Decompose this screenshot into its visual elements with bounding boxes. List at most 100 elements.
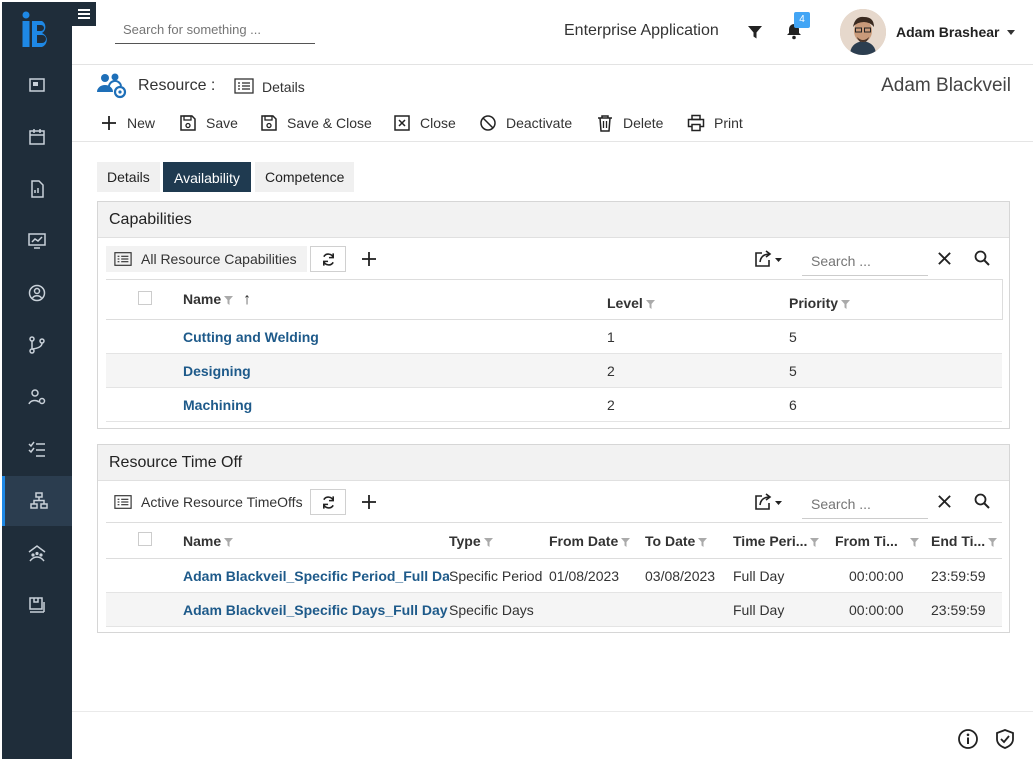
- menu-toggle[interactable]: [72, 2, 96, 26]
- save-button[interactable]: Save: [179, 112, 238, 134]
- search-icon: [974, 493, 990, 509]
- user-name[interactable]: Adam Brashear: [896, 24, 1000, 40]
- capabilities-search-input[interactable]: [802, 246, 928, 276]
- capabilities-export-button[interactable]: [754, 248, 786, 270]
- timeoff-add-button[interactable]: [358, 489, 380, 515]
- delete-button[interactable]: Delete: [596, 112, 663, 134]
- capability-priority: 5: [789, 353, 1002, 388]
- global-search-input[interactable]: [115, 16, 315, 44]
- timeoff-export-button[interactable]: [754, 491, 786, 513]
- column-filter-icon[interactable]: [909, 537, 919, 547]
- table-row[interactable]: Designing 2 5: [106, 353, 1002, 388]
- nav-tasks[interactable]: [2, 424, 72, 474]
- tab-competence[interactable]: Competence: [255, 162, 355, 192]
- column-filter-icon[interactable]: [483, 537, 493, 547]
- branch-icon: [29, 336, 45, 354]
- timeoff-refresh-button[interactable]: [310, 489, 346, 515]
- user-circle-icon: [28, 284, 46, 302]
- list-icon: [114, 495, 132, 509]
- nav-profile[interactable]: [2, 268, 72, 318]
- sort-ascending-icon[interactable]: ↑: [243, 291, 251, 308]
- capabilities-view-selector[interactable]: All Resource Capabilities: [106, 246, 307, 272]
- view-selector[interactable]: Details: [262, 79, 305, 95]
- capability-name-link[interactable]: Designing: [183, 353, 607, 388]
- sidebar: [2, 2, 72, 759]
- capability-name-link[interactable]: Cutting and Welding: [183, 319, 607, 354]
- nav-analytics[interactable]: [2, 216, 72, 266]
- list-icon: [234, 78, 254, 94]
- timeoff-view-selector[interactable]: Active Resource TimeOffs: [106, 489, 313, 515]
- info-icon[interactable]: [957, 728, 979, 750]
- close-icon: [937, 251, 951, 265]
- timeoff-grid-bar: Active Resource TimeOffs: [98, 481, 1009, 521]
- tab-details[interactable]: Details: [97, 162, 160, 192]
- avatar[interactable]: [840, 9, 886, 55]
- capabilities-title: Capabilities: [98, 202, 1009, 238]
- nav-resources[interactable]: [2, 476, 72, 526]
- timeoff-search-button[interactable]: [972, 491, 992, 511]
- column-filter-icon[interactable]: [621, 537, 631, 547]
- nav-teams[interactable]: [2, 528, 72, 578]
- capabilities-add-button[interactable]: [358, 246, 380, 272]
- column-filter-icon[interactable]: [224, 295, 234, 305]
- record-header: Resource : Details Adam Blackveil: [72, 66, 1033, 106]
- save-close-button[interactable]: Save & Close: [260, 112, 372, 134]
- notification-badge: 4: [794, 12, 810, 28]
- capability-name-link[interactable]: Machining: [183, 387, 607, 422]
- brand-logo[interactable]: [20, 10, 54, 50]
- column-header-from-time[interactable]: From Ti...: [835, 522, 931, 559]
- nav-dashboard[interactable]: [2, 60, 72, 110]
- table-row[interactable]: Adam Blackveil_Specific Days_Full Day Sp…: [106, 592, 1002, 627]
- capabilities-clear-search-button[interactable]: [934, 248, 954, 268]
- capability-priority: 6: [789, 387, 1002, 422]
- column-header-type[interactable]: Type: [449, 522, 549, 559]
- timeoff-to-date: 03/08/2023: [645, 558, 733, 593]
- column-header-end-time[interactable]: End Ti...: [931, 522, 1002, 559]
- timeoff-from-date: [549, 592, 645, 627]
- capabilities-search-button[interactable]: [972, 248, 992, 268]
- column-header-time-period[interactable]: Time Peri...: [733, 522, 835, 559]
- select-all-checkbox[interactable]: [137, 291, 152, 305]
- timeoff-name-link[interactable]: Adam Blackveil_Specific Days_Full Day: [183, 592, 449, 627]
- print-button[interactable]: Print: [687, 112, 743, 134]
- plus-icon: [362, 495, 376, 509]
- column-filter-icon[interactable]: [988, 537, 998, 547]
- column-filter-icon[interactable]: [698, 537, 708, 547]
- nav-user-settings[interactable]: [2, 372, 72, 422]
- timeoff-clear-search-button[interactable]: [934, 491, 954, 511]
- table-row[interactable]: Machining 2 6: [106, 387, 1002, 422]
- column-filter-icon[interactable]: [841, 299, 851, 309]
- column-filter-icon[interactable]: [224, 537, 234, 547]
- chevron-down-icon[interactable]: [1007, 30, 1015, 35]
- select-all-checkbox[interactable]: [137, 532, 152, 546]
- print-label: Print: [714, 115, 743, 131]
- column-header-from-date[interactable]: From Date: [549, 522, 645, 559]
- nav-calendar[interactable]: [2, 112, 72, 162]
- table-row[interactable]: Adam Blackveil_Specific Period_Full Day …: [106, 558, 1002, 593]
- nav-store[interactable]: [2, 580, 72, 630]
- hamburger-icon: [78, 9, 90, 19]
- plus-icon: [102, 116, 116, 130]
- nav-reports[interactable]: [2, 164, 72, 214]
- timeoff-name-link[interactable]: Adam Blackveil_Specific Period_Full Day: [183, 558, 449, 593]
- nav-workflow[interactable]: [2, 320, 72, 370]
- sitemap-icon: [29, 492, 48, 509]
- tab-availability[interactable]: Availability: [163, 162, 251, 192]
- column-header-level[interactable]: Level: [607, 279, 789, 320]
- close-button[interactable]: Close: [393, 112, 456, 134]
- column-header-name[interactable]: Name ↑: [183, 279, 607, 320]
- save-icon: [261, 115, 277, 131]
- column-header-to-date[interactable]: To Date: [645, 522, 733, 559]
- timeoff-search-input[interactable]: [802, 489, 928, 519]
- column-filter-icon[interactable]: [810, 537, 820, 547]
- shield-check-icon[interactable]: [994, 728, 1016, 750]
- filter-icon[interactable]: [747, 24, 763, 40]
- column-filter-icon[interactable]: [645, 299, 655, 309]
- timeoff-from-time: 00:00:00: [835, 592, 931, 627]
- new-button[interactable]: New: [100, 112, 155, 134]
- column-header-name[interactable]: Name: [183, 522, 449, 559]
- deactivate-button[interactable]: Deactivate: [479, 112, 572, 134]
- table-row[interactable]: Cutting and Welding 1 5: [106, 319, 1002, 354]
- capabilities-refresh-button[interactable]: [310, 246, 346, 272]
- column-header-priority[interactable]: Priority: [789, 279, 1002, 320]
